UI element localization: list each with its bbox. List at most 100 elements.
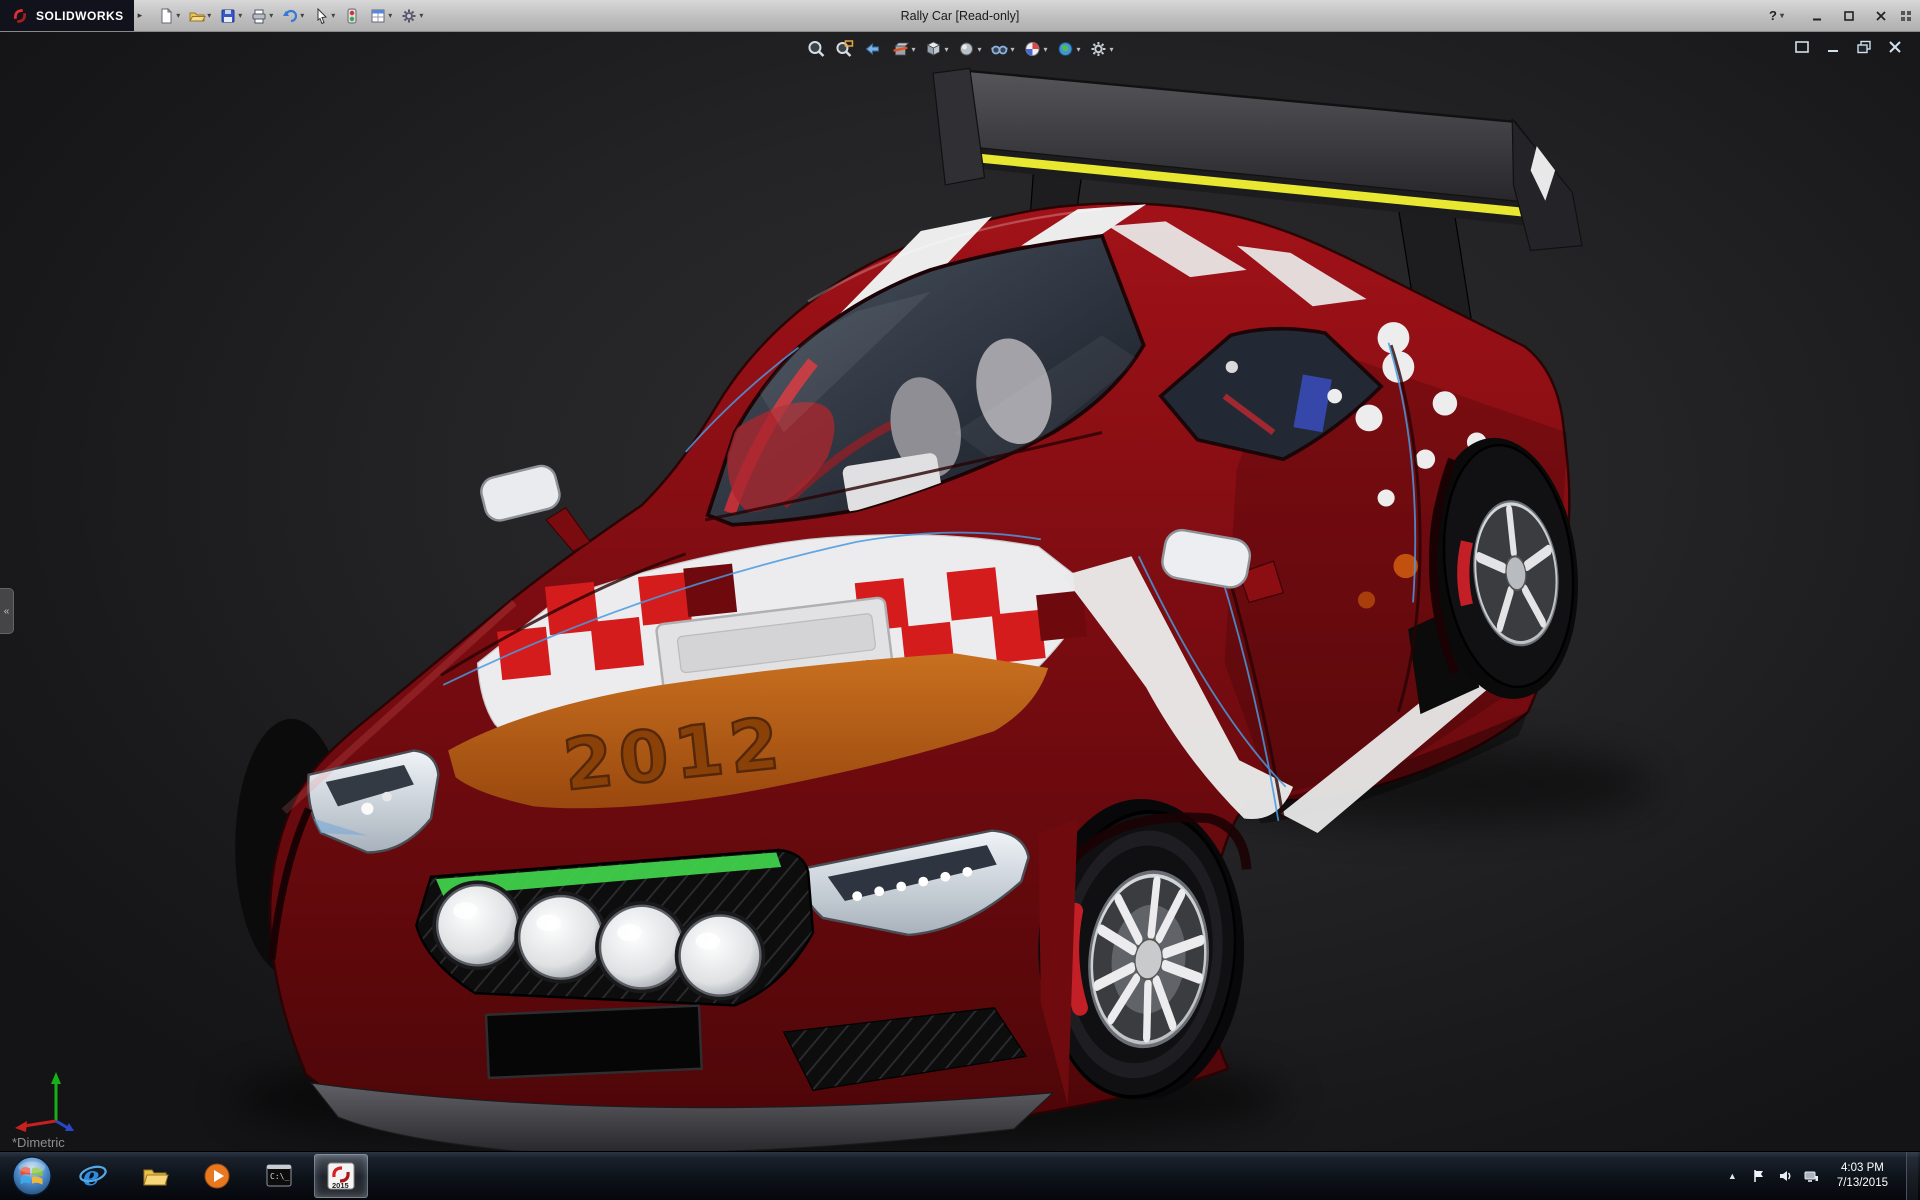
- dropdown-caret: ▾: [300, 11, 304, 20]
- dropdown-caret: ▾: [1110, 45, 1114, 54]
- doc-maximize-button[interactable]: [1791, 38, 1813, 56]
- taskbar-clock[interactable]: 4:03 PM 7/13/2015: [1829, 1161, 1896, 1191]
- dropdown-caret: ▾: [207, 11, 211, 20]
- apply-scene-button[interactable]: ▾: [1053, 36, 1084, 62]
- doc-restore-button[interactable]: [1853, 38, 1875, 56]
- windows-explorer-button[interactable]: [128, 1154, 182, 1198]
- edit-appearance-button[interactable]: ▾: [1020, 36, 1051, 62]
- network-button[interactable]: [1803, 1168, 1819, 1184]
- dropdown-caret: ▾: [269, 11, 273, 20]
- internet-explorer-icon: e: [78, 1161, 108, 1191]
- view-settings-icon: [1089, 39, 1109, 59]
- quick-access-toolbar: ▾ ▾ ▾ ▾ ▾: [154, 3, 426, 29]
- doc-close-button[interactable]: [1884, 38, 1906, 56]
- options-button[interactable]: ▾: [397, 3, 426, 29]
- view-orientation-label: *Dimetric: [12, 1135, 65, 1150]
- media-player-button[interactable]: [190, 1154, 244, 1198]
- select-button[interactable]: ▾: [309, 3, 338, 29]
- minimize-button[interactable]: [1804, 6, 1830, 26]
- graphics-area[interactable]: 2012: [0, 32, 1920, 1151]
- volume-button[interactable]: [1777, 1168, 1793, 1184]
- solidworks-2015-button[interactable]: 2015: [314, 1154, 368, 1198]
- dropdown-caret: ▾: [1077, 45, 1081, 54]
- open-document-icon: [188, 7, 206, 25]
- new-document-button[interactable]: ▾: [154, 3, 183, 29]
- hidden-icons-button[interactable]: ▲: [1724, 1171, 1741, 1181]
- doc-maximize-icon: [1794, 40, 1810, 54]
- save-icon: [219, 7, 237, 25]
- rebuild-icon: [343, 7, 361, 25]
- graphics-viewport: 2012: [0, 32, 1920, 1151]
- undo-icon: [281, 7, 299, 25]
- command-prompt-button[interactable]: C:\_: [252, 1154, 306, 1198]
- dropdown-caret: ▾: [388, 11, 392, 20]
- menu-expand-arrow[interactable]: ▸: [138, 10, 143, 21]
- view-settings-button[interactable]: ▾: [1086, 36, 1117, 62]
- doc-close-icon: [1887, 40, 1903, 54]
- file-properties-button[interactable]: ▾: [366, 3, 395, 29]
- select-cursor-icon: [312, 7, 330, 25]
- solidworks-2015-icon: 2015: [326, 1161, 356, 1191]
- maximize-button[interactable]: [1836, 6, 1862, 26]
- save-button[interactable]: ▾: [216, 3, 245, 29]
- pinned-apps: e C:\_: [66, 1154, 368, 1198]
- featuremanager-collapse-tab[interactable]: «: [0, 588, 14, 634]
- file-properties-icon: [369, 7, 387, 25]
- titlebar: SOLIDWORKS ▸ ▾ ▾ ▾: [0, 0, 1920, 32]
- rebuild-button[interactable]: [340, 3, 364, 29]
- orientation-triad: [10, 1065, 90, 1135]
- dropdown-caret: ▾: [176, 11, 180, 20]
- action-center-flag-icon: [1751, 1168, 1767, 1184]
- clock-time: 4:03 PM: [1837, 1161, 1888, 1176]
- dropdown-caret: ▾: [1044, 45, 1048, 54]
- maximize-icon: [1843, 10, 1855, 22]
- doc-minimize-button[interactable]: [1822, 38, 1844, 56]
- undo-button[interactable]: ▾: [278, 3, 307, 29]
- zoom-to-area-icon: [834, 39, 854, 59]
- view-orientation-icon: [923, 39, 943, 59]
- help-button[interactable]: ? ▾: [1769, 8, 1784, 23]
- dropdown-caret: ▾: [911, 45, 915, 54]
- customize-grid-icon[interactable]: [1900, 10, 1912, 22]
- dropdown-caret: ▾: [977, 45, 981, 54]
- solidworks-logo: SOLIDWORKS: [0, 0, 134, 31]
- folder-icon: [140, 1161, 170, 1191]
- print-button[interactable]: ▾: [247, 3, 276, 29]
- headsup-view-toolbar: ▾ ▾ ▾ ▾ ▾: [803, 36, 1116, 62]
- zoom-to-area-button[interactable]: [831, 36, 857, 62]
- minimize-icon: [1811, 10, 1823, 22]
- apply-scene-icon: [1056, 39, 1076, 59]
- display-style-icon: [956, 39, 976, 59]
- sw-badge: 2015: [332, 1181, 349, 1190]
- show-desktop-button[interactable]: [1906, 1152, 1918, 1200]
- rear-brake-caliper: [1463, 542, 1467, 605]
- doc-minimize-icon: [1825, 40, 1841, 54]
- speaker-icon: [1777, 1168, 1793, 1184]
- solidworks-swirl-icon: [10, 6, 30, 26]
- display-style-button[interactable]: ▾: [953, 36, 984, 62]
- dropdown-caret: ▾: [1780, 11, 1784, 20]
- edit-appearance-icon: [1023, 39, 1043, 59]
- help-label: ?: [1769, 8, 1777, 23]
- action-center-button[interactable]: [1751, 1168, 1767, 1184]
- taskbar: e C:\_: [0, 1151, 1920, 1200]
- previous-view-button[interactable]: [859, 36, 885, 62]
- hide-show-items-button[interactable]: ▾: [986, 36, 1017, 62]
- start-button[interactable]: [0, 1152, 64, 1200]
- internet-explorer-button[interactable]: e: [66, 1154, 120, 1198]
- dropdown-caret: ▾: [331, 11, 335, 20]
- window-title: Rally Car [Read-only]: [901, 9, 1020, 23]
- rally-car-model[interactable]: 2012: [233, 68, 1653, 1151]
- system-tray: ▲ 4:03 PM 7/13/2015: [1724, 1152, 1920, 1200]
- open-document-button[interactable]: ▾: [185, 3, 214, 29]
- dropdown-caret: ▾: [944, 45, 948, 54]
- section-view-button[interactable]: ▾: [887, 36, 918, 62]
- close-icon: [1875, 10, 1887, 22]
- section-view-icon: [890, 39, 910, 59]
- zoom-to-fit-button[interactable]: [803, 36, 829, 62]
- print-icon: [250, 7, 268, 25]
- view-orientation-button[interactable]: ▾: [920, 36, 951, 62]
- document-window-controls: [1791, 38, 1906, 56]
- windows-start-icon: [11, 1155, 53, 1197]
- close-button[interactable]: [1868, 6, 1894, 26]
